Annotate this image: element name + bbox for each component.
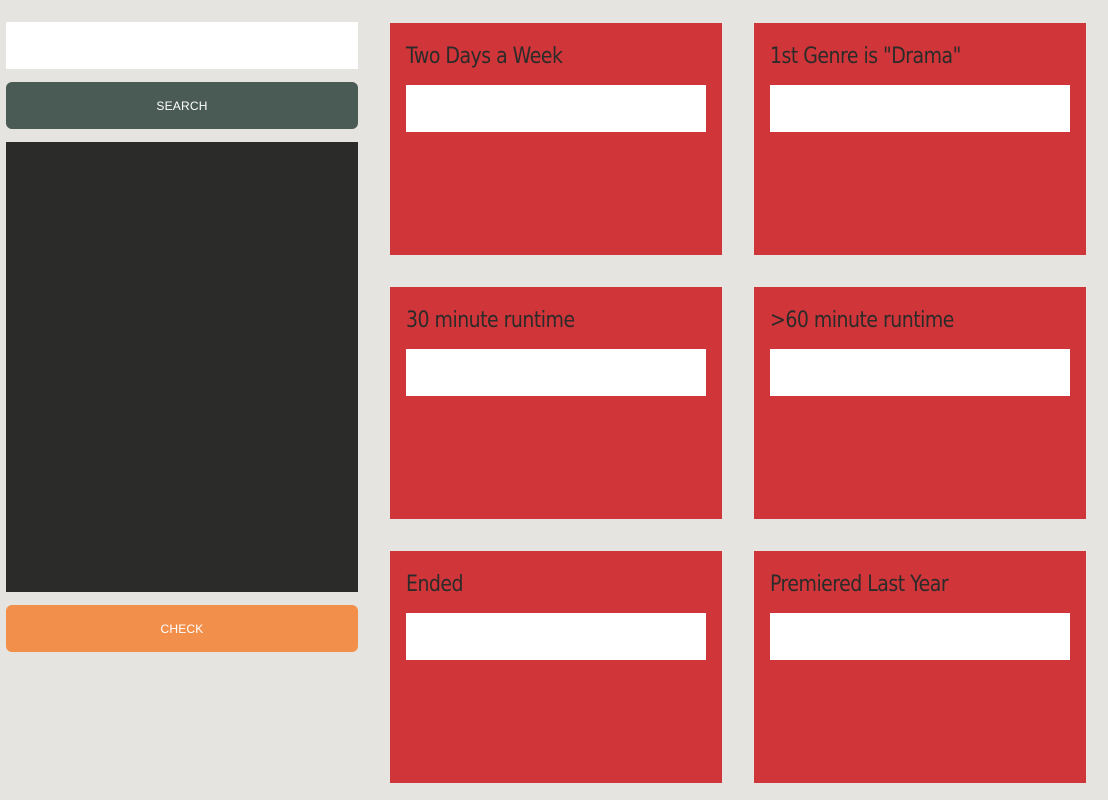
card-drop-slot[interactable] — [770, 349, 1070, 396]
sidebar: Search Check — [6, 22, 358, 652]
search-input[interactable] — [6, 22, 358, 69]
criteria-card-ended: Ended — [390, 551, 722, 783]
card-title: Premiered Last Year — [770, 572, 949, 597]
card-title: 30 minute runtime — [406, 308, 575, 333]
search-button[interactable]: Search — [6, 82, 358, 129]
criteria-card-premiered-last-year: Premiered Last Year — [754, 551, 1086, 783]
card-title: >60 minute runtime — [770, 308, 954, 333]
card-title: 1st Genre is "Drama" — [770, 44, 961, 69]
card-title: Two Days a Week — [406, 44, 563, 69]
card-title: Ended — [406, 572, 464, 597]
criteria-card-30-minute-runtime: 30 minute runtime — [390, 287, 722, 519]
card-drop-slot[interactable] — [406, 85, 706, 132]
card-drop-slot[interactable] — [406, 349, 706, 396]
page: Search Check Two Days a Week 1st Genre i… — [0, 0, 1108, 800]
criteria-card-two-days-a-week: Two Days a Week — [390, 23, 722, 255]
check-button[interactable]: Check — [6, 605, 358, 652]
card-drop-slot[interactable] — [770, 85, 1070, 132]
card-drop-slot[interactable] — [406, 613, 706, 660]
search-results-panel[interactable] — [6, 142, 358, 592]
card-drop-slot[interactable] — [770, 613, 1070, 660]
criteria-card-over-60-minute-runtime: >60 minute runtime — [754, 287, 1086, 519]
criteria-card-first-genre-drama: 1st Genre is "Drama" — [754, 23, 1086, 255]
